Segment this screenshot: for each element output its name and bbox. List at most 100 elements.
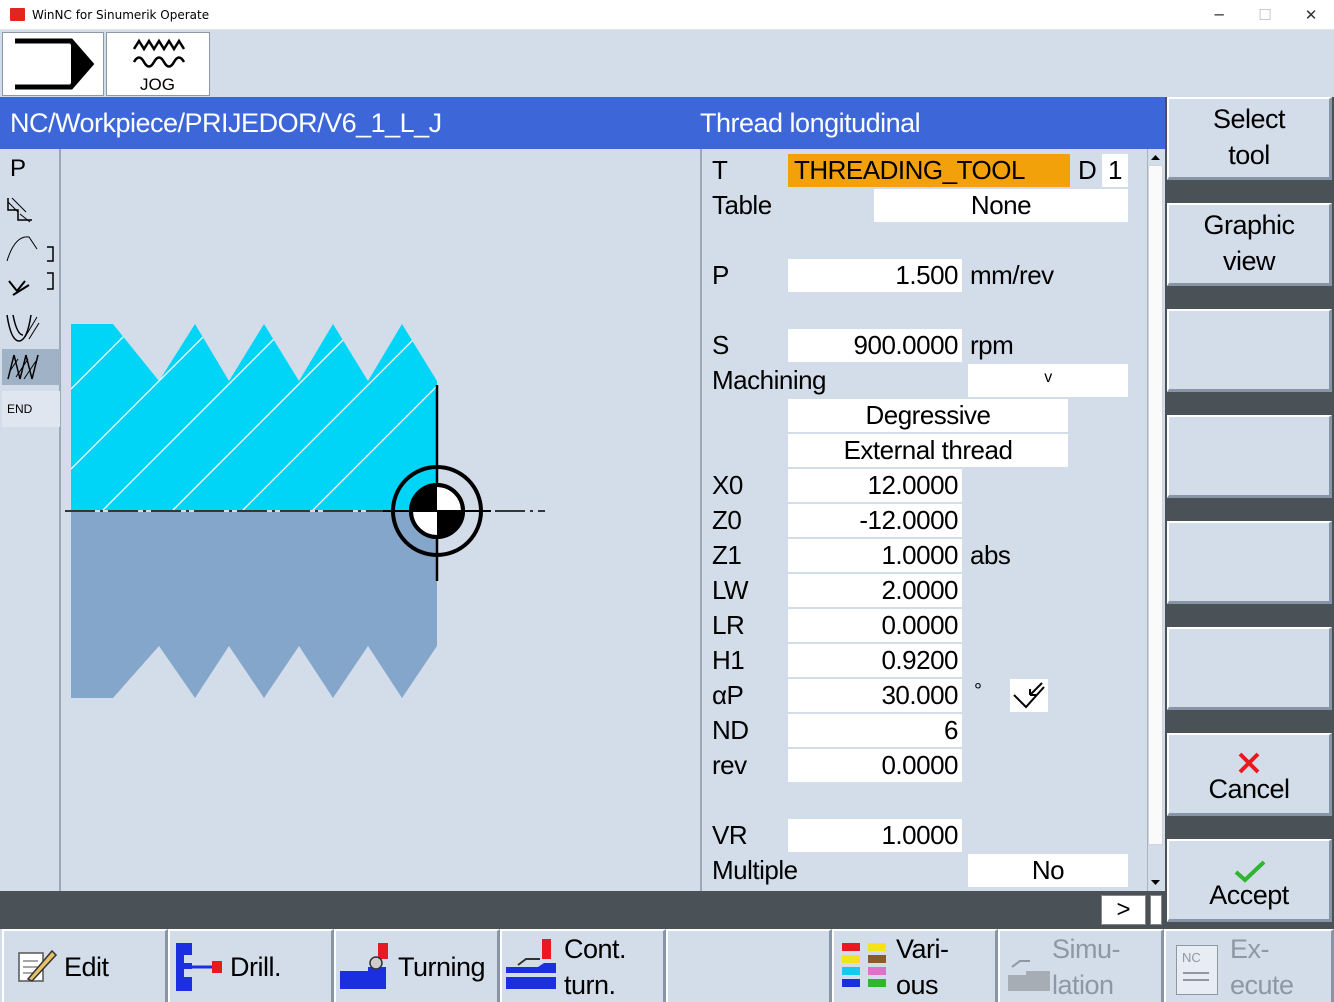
thread-cycle-icon [7,354,39,380]
ap-field[interactable]: 30.000 [788,679,962,712]
various-label-2: ous [896,970,939,1000]
select-tool-button[interactable]: Select tool [1167,97,1332,180]
nd-field[interactable]: 6 [788,714,962,747]
select-tool-label-1: Select [1212,104,1286,134]
infeed-mode-select[interactable]: Degressive [788,399,1068,432]
drill-label: Drill. [230,952,282,982]
turning-button[interactable]: Turning [334,929,500,1002]
select-tool-label-2: tool [1228,140,1270,170]
ap-unit: ° [974,680,982,702]
parameter-panel: T THREADING_TOOL D 1 Table None P 1.500 … [700,149,1147,891]
edit-label: Edit [64,952,109,982]
jog-label: JOG [140,75,175,94]
vertical-softkey-4[interactable] [1167,415,1332,498]
thread-cycle-item[interactable] [2,349,60,385]
cycle-title: Thread longitudinal [700,108,921,138]
vr-field[interactable]: 1.0000 [788,819,962,852]
contour-turning-button[interactable]: Cont. turn. [500,929,666,1002]
pitch-field[interactable]: 1.500 [788,259,962,292]
lw-label: LW [712,575,749,605]
lr-field[interactable]: 0.0000 [788,609,962,642]
close-button[interactable]: ✕ [1288,0,1334,30]
more-softkeys-button[interactable]: > [1101,895,1146,925]
z0-label: Z0 [712,505,742,535]
vr-label: VR [712,820,748,850]
speed-unit[interactable]: rpm [970,330,1014,360]
machining-select[interactable]: v [968,364,1128,397]
table-label: Table [712,190,772,220]
vertical-softkey-3[interactable] [1167,309,1332,392]
status-bar [0,891,1165,929]
cycle-chain-strip: P END [0,149,61,891]
tool-field[interactable]: THREADING_TOOL [788,154,1070,187]
simulation-label-2: lation [1052,970,1114,1000]
d-label: D [1078,155,1097,185]
cancel-label: Cancel [1208,774,1290,804]
jog-mode-indicator[interactable]: JOG [106,32,210,96]
empty-softkey[interactable] [666,929,832,1002]
x0-field[interactable]: 12.0000 [788,469,962,502]
execute-label-2: ecute [1230,970,1294,1000]
block-icon-4[interactable] [3,311,43,345]
jog-icon [132,38,186,68]
thread-profile-upper [71,324,437,510]
edit-button[interactable]: Edit [2,929,168,1002]
execute-icon: NC [1176,945,1218,995]
scrollbar-thumb[interactable] [1148,165,1163,845]
vertical-softkey-5[interactable] [1167,521,1332,604]
graphic-view-button[interactable]: Graphic view [1167,203,1332,286]
thread-direction-icon [1013,682,1045,709]
lw-field[interactable]: 2.0000 [788,574,962,607]
drill-icon [176,943,222,991]
window-title: WinNC for Sinumerik Operate [32,8,210,22]
x0-label: X0 [712,470,743,500]
more-softkeys-box [1150,895,1162,925]
various-label-1: Vari- [896,934,949,964]
drill-button[interactable]: Drill. [168,929,334,1002]
scroll-up-icon[interactable] [1148,151,1163,163]
cancel-button[interactable]: Cancel [1167,733,1332,816]
edit-icon [18,949,58,982]
minimize-button[interactable]: ─ [1196,0,1242,30]
z1-label: Z1 [712,540,742,570]
graphic-view-label-2: view [1222,246,1276,276]
z1-field[interactable]: 1.0000 [788,539,962,572]
z1-unit[interactable]: abs [970,540,1011,570]
end-item[interactable]: END [2,391,60,427]
window-titlebar: WinNC for Sinumerik Operate ─ ☐ ✕ [0,0,1334,30]
various-icon [842,943,886,987]
accept-button[interactable]: Accept [1167,839,1332,922]
vertical-softkey-6[interactable] [1167,627,1332,710]
p-label: P [712,260,729,290]
lr-label: LR [712,610,745,640]
block-icon-2[interactable] [3,231,59,267]
block-icon-1[interactable] [4,194,44,224]
program-indicator[interactable] [2,32,104,96]
z0-field[interactable]: -12.0000 [788,504,962,537]
d-field[interactable]: 1 [1102,154,1128,187]
nd-label: ND [712,715,749,745]
table-field[interactable]: None [874,189,1128,222]
thread-direction-toggle[interactable] [1010,679,1048,712]
turning-label: Turning [398,952,486,982]
h1-label: H1 [712,645,745,675]
pitch-unit[interactable]: mm/rev [970,260,1054,290]
maximize-button[interactable]: ☐ [1242,0,1288,30]
program-path: NC/Workpiece/PRIJEDOR/V6_1_L_J [10,108,442,138]
h1-field[interactable]: 0.9200 [788,644,962,677]
graphic-view-label-1: Graphic [1203,210,1295,240]
thread-type-select[interactable]: External thread [788,434,1068,467]
scroll-down-icon[interactable] [1148,876,1163,888]
accept-label: Accept [1209,880,1289,910]
simulation-button[interactable]: Simu- lation [998,929,1164,1002]
block-icon-3[interactable] [3,267,59,303]
speed-field[interactable]: 900.0000 [788,329,962,362]
various-button[interactable]: Vari- ous [832,929,998,1002]
execute-button[interactable]: NC Ex- ecute [1164,929,1334,1002]
program-header-item[interactable]: P [10,155,26,183]
contour-turning-label-1: Cont. [564,934,627,964]
rev-field[interactable]: 0.0000 [788,749,962,782]
multiple-select[interactable]: No [968,854,1128,887]
nc-badge: NC [1182,950,1201,965]
help-graphic [63,149,700,891]
